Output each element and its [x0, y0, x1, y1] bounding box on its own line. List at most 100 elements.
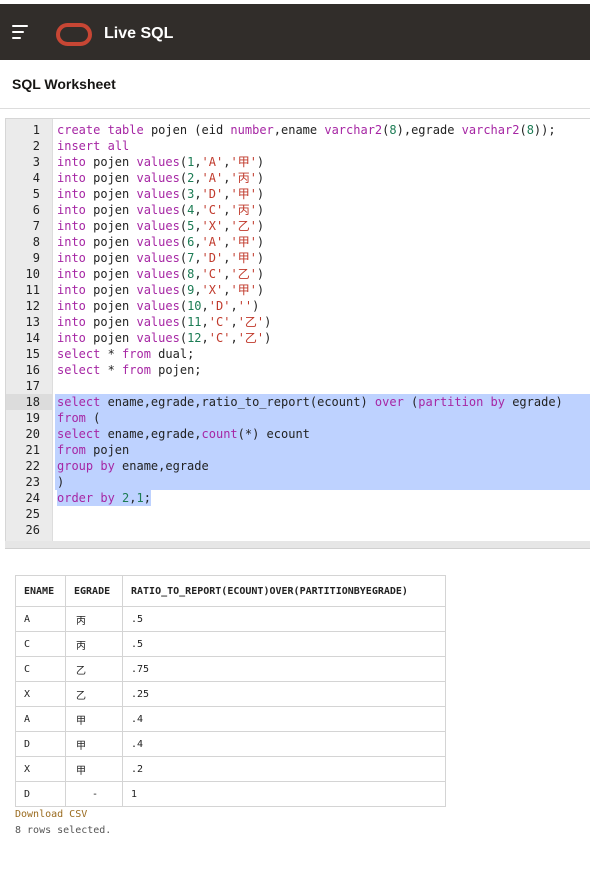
- rows-selected-status: 8 rows selected.: [15, 825, 112, 836]
- table-cell: .5: [122, 606, 446, 632]
- table-cell: .25: [122, 681, 446, 707]
- code-line[interactable]: 14 into pojen values(12,'C','乙'): [6, 330, 590, 346]
- code-line-text: insert all: [57, 139, 130, 153]
- app-title: Live SQL: [104, 25, 174, 42]
- code-line-text: from (: [57, 411, 101, 425]
- line-number: 7: [32, 219, 40, 233]
- hamburger-menu-icon[interactable]: [12, 25, 28, 39]
- table-row: A 甲 .4: [15, 706, 446, 732]
- code-line[interactable]: 17: [6, 378, 590, 394]
- line-number: 16: [25, 363, 40, 377]
- worksheet-header: SQL Worksheet: [0, 60, 590, 109]
- table-cell: .75: [122, 656, 446, 682]
- editor-resize-handle[interactable]: [5, 541, 590, 549]
- code-line[interactable]: 5 into pojen values(3,'D','甲'): [6, 186, 590, 202]
- table-row: A 丙 .5: [15, 606, 446, 632]
- line-number: 9: [32, 251, 40, 265]
- line-number: 4: [32, 171, 40, 185]
- table-cell: D: [15, 731, 66, 757]
- oracle-logo: [56, 23, 92, 46]
- table-cell: .5: [122, 631, 446, 657]
- code-line[interactable]: 16 select * from pojen;: [6, 362, 590, 378]
- column-header-ename[interactable]: ENAME: [15, 575, 66, 607]
- line-number: 13: [25, 315, 40, 329]
- table-cell: C: [15, 631, 66, 657]
- table-cell: 乙: [65, 656, 123, 682]
- line-number: 20: [25, 427, 40, 441]
- line-number: 25: [25, 507, 40, 521]
- line-number: 12: [25, 299, 40, 313]
- code-line[interactable]: 8 into pojen values(6,'A','甲'): [6, 234, 590, 250]
- code-line[interactable]: 20 select ename,egrade,count(*) ecount: [6, 426, 590, 442]
- column-header-ratio[interactable]: RATIO_TO_REPORT(ECOUNT)OVER(PARTITIONBYE…: [122, 575, 446, 607]
- code-line[interactable]: 13 into pojen values(11,'C','乙'): [6, 314, 590, 330]
- table-row: X 乙 .25: [15, 681, 446, 707]
- code-line[interactable]: 18 select ename,egrade,ratio_to_report(ec…: [6, 394, 590, 410]
- code-line-text: into pojen values(6,'A','甲'): [57, 235, 265, 249]
- code-line[interactable]: 11 into pojen values(9,'X','甲'): [6, 282, 590, 298]
- code-line[interactable]: 26: [6, 522, 590, 538]
- code-line-text: ): [57, 475, 65, 489]
- page-title: SQL Worksheet: [12, 76, 116, 92]
- code-line-text: into pojen values(3,'D','甲'): [57, 187, 265, 201]
- line-number: 10: [25, 267, 40, 281]
- table-cell: .2: [122, 756, 446, 782]
- code-line-text: into pojen values(9,'X','甲'): [57, 283, 265, 297]
- table-cell: 甲: [65, 706, 123, 732]
- table-cell: C: [15, 656, 66, 682]
- code-line-text: select * from dual;: [57, 347, 195, 361]
- table-row: D-1: [15, 781, 446, 807]
- code-line[interactable]: 23): [6, 474, 590, 490]
- code-line[interactable]: 7 into pojen values(5,'X','乙'): [6, 218, 590, 234]
- code-line-text: order by 2,1;: [57, 490, 151, 506]
- line-number: 6: [32, 203, 40, 217]
- line-number: 23: [25, 475, 40, 489]
- code-line[interactable]: 24 order by 2,1;: [6, 490, 590, 506]
- line-number: 11: [25, 283, 40, 297]
- line-number: 1: [32, 123, 40, 137]
- table-row: C 乙 .75: [15, 656, 446, 682]
- code-line[interactable]: 2 insert all: [6, 138, 590, 154]
- code-line[interactable]: 22 group by ename,egrade: [6, 458, 590, 474]
- code-line[interactable]: 15 select * from dual;: [6, 346, 590, 362]
- code-line-text: into pojen values(10,'D',''): [57, 299, 260, 313]
- code-line[interactable]: 9 into pojen values(7,'D','甲'): [6, 250, 590, 266]
- code-line[interactable]: 6 into pojen values(4,'C','丙'): [6, 202, 590, 218]
- table-cell: A: [15, 606, 66, 632]
- result-table: ENAME EGRADE RATIO_TO_REPORT(ECOUNT)OVER…: [15, 575, 446, 807]
- code-line[interactable]: 3 into pojen values(1,'A','甲'): [6, 154, 590, 170]
- code-line[interactable]: 4 into pojen values(2,'A','丙'): [6, 170, 590, 186]
- line-number: 3: [32, 155, 40, 169]
- code-line[interactable]: 1 create table pojen (eid number,ename va…: [6, 122, 590, 138]
- column-header-egrade[interactable]: EGRADE: [65, 575, 123, 607]
- table-cell: 丙: [65, 631, 123, 657]
- table-cell: 甲: [65, 756, 123, 782]
- table-row: C 丙 .5: [15, 631, 446, 657]
- line-number: 5: [32, 187, 40, 201]
- table-row: X 甲 .2: [15, 756, 446, 782]
- code-line[interactable]: 10 into pojen values(8,'C','乙'): [6, 266, 590, 282]
- code-line-text: select * from pojen;: [57, 363, 202, 377]
- line-number: 2: [32, 139, 40, 153]
- table-cell: 甲: [65, 731, 123, 757]
- line-number: 8: [32, 235, 40, 249]
- table-cell: 丙: [65, 606, 123, 632]
- code-line[interactable]: 21 from pojen: [6, 442, 590, 458]
- table-cell: -: [65, 781, 123, 807]
- sql-editor[interactable]: 1 create table pojen (eid number,ename va…: [5, 118, 590, 542]
- code-line[interactable]: 12 into pojen values(10,'D',''): [6, 298, 590, 314]
- code-line-text: into pojen values(5,'X','乙'): [57, 219, 265, 233]
- table-cell: 乙: [65, 681, 123, 707]
- table-cell: .4: [122, 706, 446, 732]
- line-number: 14: [25, 331, 40, 345]
- line-number: 17: [25, 379, 40, 393]
- table-row: D 甲 .4: [15, 731, 446, 757]
- table-cell: .4: [122, 731, 446, 757]
- code-line[interactable]: 19 from (: [6, 410, 590, 426]
- code-line-text: into pojen values(12,'C','乙'): [57, 331, 272, 345]
- code-line-text: from pojen: [57, 443, 130, 457]
- download-csv-link[interactable]: Download CSV: [15, 809, 87, 820]
- results-panel: ENAME EGRADE RATIO_TO_REPORT(ECOUNT)OVER…: [5, 549, 590, 872]
- code-line-text: into pojen values(1,'A','甲'): [57, 155, 265, 169]
- code-line[interactable]: 25: [6, 506, 590, 522]
